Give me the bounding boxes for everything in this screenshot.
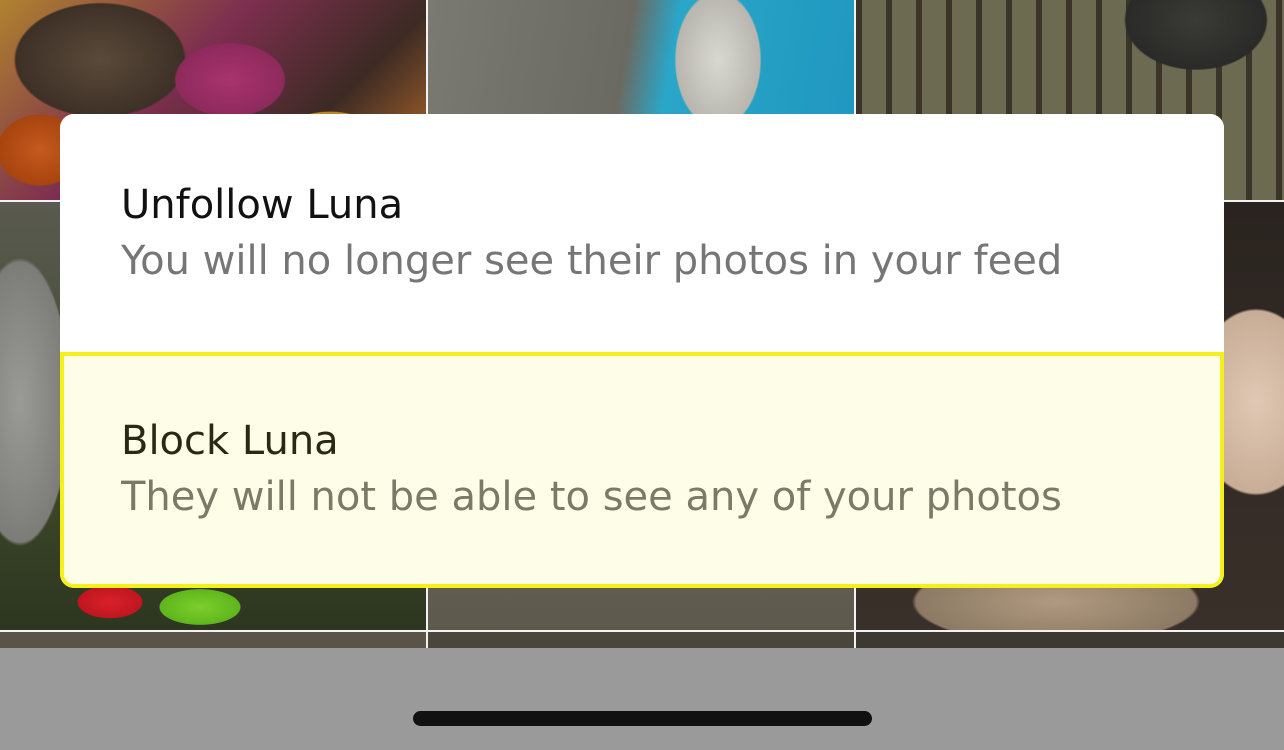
photo-tile[interactable] [856,632,1284,648]
action-sheet: Unfollow Luna You will no longer see the… [60,114,1224,588]
dimmed-backdrop[interactable] [0,648,1284,750]
photo-tile[interactable] [428,632,854,648]
screen: Unfollow Luna You will no longer see the… [0,0,1284,750]
block-option-subtitle: They will not be able to see any of your… [121,474,1062,520]
unfollow-option-title: Unfollow Luna [121,182,404,228]
photo-tile[interactable] [0,632,426,648]
unfollow-option[interactable]: Unfollow Luna You will no longer see the… [60,114,1224,352]
block-option-title: Block Luna [121,418,339,464]
unfollow-option-subtitle: You will no longer see their photos in y… [121,238,1063,284]
home-indicator[interactable] [413,711,872,726]
block-option[interactable]: Block Luna They will not be able to see … [60,352,1224,588]
